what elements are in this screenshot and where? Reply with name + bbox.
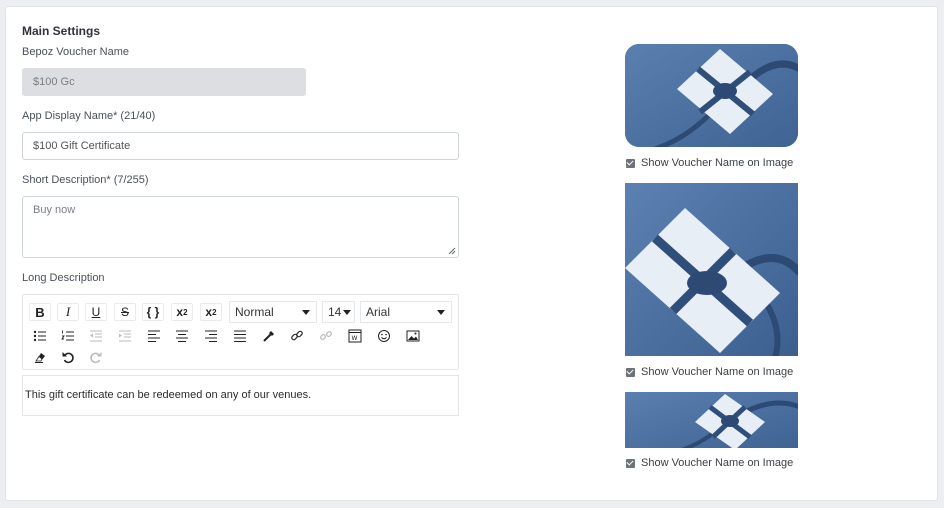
unordered-list-icon[interactable] — [29, 327, 51, 345]
font-family-select[interactable]: Arial — [360, 301, 452, 323]
align-right-icon[interactable] — [200, 327, 222, 345]
unlink-icon[interactable] — [315, 327, 337, 345]
voucher-image-1[interactable] — [625, 44, 798, 147]
checkbox-checked-icon[interactable] — [626, 367, 635, 377]
undo-icon[interactable] — [57, 348, 79, 366]
long-description-value: This gift certificate can be redeemed on… — [25, 389, 312, 401]
voucher-name-label: Bepoz Voucher Name — [22, 46, 130, 58]
ordered-list-icon[interactable] — [57, 327, 79, 345]
display-name-value: $100 Gift Certificate — [33, 140, 131, 152]
format-value: Normal — [235, 305, 274, 319]
font-size-select[interactable]: 14 — [322, 301, 355, 323]
display-name-label: App Display Name* (21/40) — [22, 110, 156, 122]
align-left-icon[interactable] — [143, 327, 165, 345]
voucher-image-3[interactable] — [625, 392, 798, 448]
redo-icon[interactable] — [85, 348, 107, 366]
gift-box-icon — [625, 392, 798, 448]
voucher-name-value: $100 Gc — [33, 76, 75, 88]
voucher-image-2[interactable] — [625, 183, 798, 356]
resize-handle-icon[interactable] — [448, 247, 456, 255]
italic-icon[interactable]: I — [57, 303, 79, 321]
emoji-icon[interactable] — [373, 327, 395, 345]
format-select[interactable]: Normal — [229, 301, 317, 323]
underline-icon[interactable]: U — [85, 303, 107, 321]
main-settings-card: Main Settings Bepoz Voucher Name $100 Gc… — [5, 6, 938, 501]
show-voucher-name-checkbox-3[interactable]: Show Voucher Name on Image — [626, 457, 793, 469]
editor-toolbar: B I U S { } x2 x2 Normal 14 Arial W — [22, 294, 459, 370]
chevron-down-icon — [343, 310, 351, 315]
display-name-input[interactable]: $100 Gift Certificate — [22, 132, 459, 160]
embed-icon[interactable]: W — [344, 327, 366, 345]
show-voucher-name-label: Show Voucher Name on Image — [641, 366, 794, 378]
subscript-icon[interactable]: x2 — [200, 303, 222, 321]
gift-box-icon — [625, 183, 798, 356]
gift-box-icon — [625, 44, 798, 147]
eraser-icon[interactable] — [29, 348, 51, 366]
long-description-label: Long Description — [22, 272, 105, 284]
voucher-name-input: $100 Gc — [22, 68, 306, 96]
image-icon[interactable] — [402, 327, 424, 345]
show-voucher-name-label: Show Voucher Name on Image — [641, 157, 794, 169]
superscript-icon[interactable]: x2 — [171, 303, 193, 321]
bold-icon[interactable]: B — [29, 303, 51, 321]
show-voucher-name-checkbox-2[interactable]: Show Voucher Name on Image — [626, 366, 793, 378]
chevron-down-icon — [437, 310, 445, 315]
strikethrough-icon[interactable]: S — [114, 303, 136, 321]
font-family-value: Arial — [366, 305, 391, 319]
checkbox-checked-icon[interactable] — [626, 158, 635, 168]
color-picker-icon[interactable] — [258, 327, 280, 345]
indent-icon[interactable] — [114, 327, 136, 345]
section-title: Main Settings — [22, 24, 101, 38]
show-voucher-name-checkbox-1[interactable]: Show Voucher Name on Image — [626, 157, 793, 169]
checkbox-checked-icon[interactable] — [626, 458, 635, 468]
short-description-label: Short Description* (7/255) — [22, 174, 149, 186]
link-icon[interactable] — [286, 327, 308, 345]
font-size-value: 14 — [328, 305, 342, 319]
chevron-down-icon — [302, 310, 310, 315]
short-description-textarea[interactable]: Buy now — [22, 196, 459, 258]
align-justify-icon[interactable] — [229, 327, 251, 345]
long-description-editor[interactable]: This gift certificate can be redeemed on… — [22, 375, 459, 416]
align-center-icon[interactable] — [171, 327, 193, 345]
short-description-value: Buy now — [33, 204, 76, 216]
svg-text:W: W — [352, 335, 358, 342]
outdent-icon[interactable] — [85, 327, 107, 345]
show-voucher-name-label: Show Voucher Name on Image — [641, 457, 794, 469]
code-icon[interactable]: { } — [142, 303, 164, 321]
